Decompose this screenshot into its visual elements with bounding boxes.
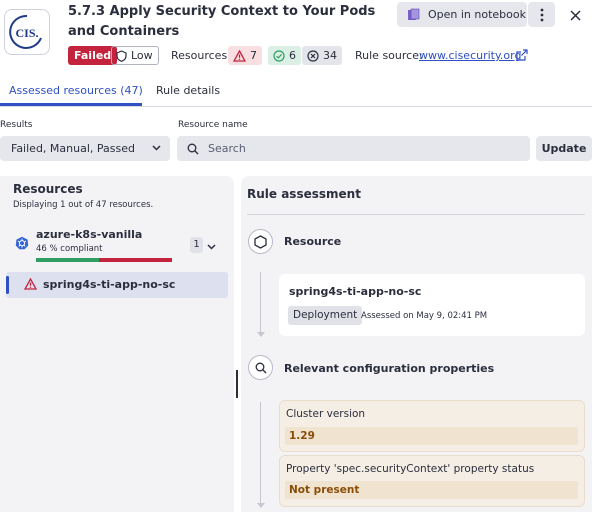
resources-title: Resources xyxy=(13,182,83,196)
check-circle-icon xyxy=(273,49,285,62)
rule-title: 5.7.3 Apply Security Context to Your Pod… xyxy=(68,4,376,39)
cis-logo: CIS. xyxy=(4,9,50,55)
divider xyxy=(247,214,585,215)
config-step-icon xyxy=(248,355,273,380)
results-filter-label: Results xyxy=(0,120,33,130)
resources-panel xyxy=(0,176,234,512)
more-vertical-icon xyxy=(540,8,543,21)
notebook-icon xyxy=(408,8,420,20)
rule-assessment-title: Rule assessment xyxy=(247,187,361,201)
rule-source-link[interactable]: www.cisecurity.org xyxy=(419,48,521,63)
chevron-down-icon[interactable] xyxy=(207,240,216,253)
arrow-down-icon xyxy=(257,503,265,508)
warning-icon xyxy=(233,49,246,62)
property-label: Property 'spec.securityContext' property… xyxy=(286,463,535,475)
resource-kind-tag: Deployment xyxy=(288,306,363,325)
hexagon-icon xyxy=(254,234,267,249)
resource-step-icon xyxy=(248,229,273,254)
failed-count: 7 xyxy=(250,49,257,62)
compliance-bar-passed xyxy=(36,258,99,262)
selected-indicator xyxy=(6,276,9,294)
resources-label: Resources: xyxy=(171,49,231,62)
cluster-compliance-text: 46 % compliant xyxy=(36,244,103,254)
severity-label: Low xyxy=(131,49,153,62)
svg-text:CIS.: CIS. xyxy=(15,26,38,40)
search-placeholder: Search xyxy=(208,142,246,155)
resource-step-title: Resource xyxy=(284,235,342,248)
search-input[interactable]: Search xyxy=(177,136,530,161)
manual-count: 34 xyxy=(323,49,337,62)
tab-rule-details[interactable]: Rule details xyxy=(156,84,220,106)
update-button[interactable]: Update xyxy=(536,136,592,161)
kubernetes-icon xyxy=(15,236,29,253)
tabs-divider xyxy=(0,106,592,107)
severity-badge: Low xyxy=(111,46,159,65)
results-select-value: Failed, Manual, Passed xyxy=(11,142,135,155)
resource-card xyxy=(279,274,585,336)
results-select[interactable]: Failed, Manual, Passed xyxy=(0,136,170,161)
step-connector xyxy=(260,402,261,506)
manual-count-chip: 34 xyxy=(302,46,342,65)
close-icon xyxy=(569,9,581,21)
shield-icon xyxy=(116,49,127,62)
cis-logo-icon: CIS. xyxy=(9,14,42,49)
resource-name-label: Resource name xyxy=(178,120,248,130)
open-in-notebook-label: Open in notebook xyxy=(428,8,526,21)
more-options-button[interactable] xyxy=(528,2,555,27)
assessed-timestamp: Assessed on May 9, 02:41 PM xyxy=(361,311,488,321)
arrow-down-icon xyxy=(257,332,265,337)
resources-subtitle: Displaying 1 out of 47 resources. xyxy=(13,200,154,210)
status-badge: Failed xyxy=(68,46,118,65)
failed-count-chip: 7 xyxy=(228,46,262,65)
panel-splitter-handle[interactable] xyxy=(236,370,238,398)
close-button[interactable] xyxy=(564,4,586,26)
chevron-down-icon xyxy=(152,145,161,151)
resource-list-item-label: spring4s-ti-app-no-sc xyxy=(43,278,176,291)
warning-icon xyxy=(23,277,38,293)
passed-count: 6 xyxy=(289,49,296,62)
x-circle-icon xyxy=(307,49,319,62)
search-icon xyxy=(255,362,266,373)
rule-source-label: Rule source: xyxy=(355,49,423,62)
resource-card-name: spring4s-ti-app-no-sc xyxy=(289,285,422,298)
step-connector xyxy=(260,272,261,332)
passed-count-chip: 6 xyxy=(268,46,301,65)
search-icon xyxy=(187,143,199,154)
cluster-name[interactable]: azure-k8s-vanilla xyxy=(36,228,142,241)
config-step-title: Relevant configuration properties xyxy=(284,362,495,375)
property-value: Not present xyxy=(285,481,578,499)
open-in-notebook-button[interactable]: Open in notebook xyxy=(397,2,527,27)
cluster-count-badge: 1 xyxy=(190,237,203,253)
property-label: Cluster version xyxy=(286,408,366,420)
compliance-bar-failed xyxy=(99,258,172,262)
property-value: 1.29 xyxy=(285,427,578,445)
external-link-icon[interactable] xyxy=(516,49,528,64)
